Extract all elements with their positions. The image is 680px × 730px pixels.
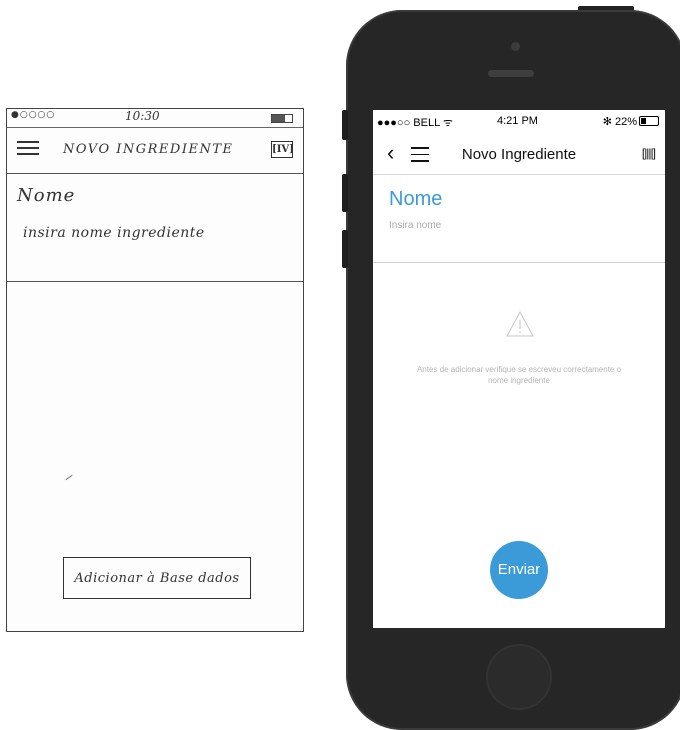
- sketch-divider: [7, 281, 303, 282]
- warning-triangle-icon: [506, 310, 534, 337]
- sketch-name-label: Nome: [17, 185, 76, 206]
- phone-volume-down: [342, 230, 348, 268]
- phone-mute-switch: [342, 110, 348, 140]
- phone-home-button: [486, 644, 552, 710]
- sketch-mockup: ●○○○○ 10:30 NOVO INGREDIENTE [IV] Nome i…: [6, 108, 304, 632]
- warning-message: Antes de adicionar verifique se escreveu…: [416, 365, 622, 385]
- sketch-title: NOVO INGREDIENTE: [63, 142, 234, 157]
- barcode-scanner-icon[interactable]: [||||]: [642, 146, 656, 160]
- phone-speaker: [488, 70, 534, 77]
- sketch-add-button: Adicionar à Base dados: [63, 557, 251, 599]
- page-title: Novo Ingrediente: [461, 146, 577, 163]
- ingredient-name-input[interactable]: [389, 220, 639, 231]
- phone-camera: [511, 42, 520, 51]
- sketch-pencil-mark: [65, 474, 73, 481]
- status-bar: ●●●○○ BELL ᯤ 4:21 PM ✻ 22%: [373, 110, 665, 132]
- battery-percent: ✻ 22%: [602, 116, 637, 128]
- name-field-divider: [373, 262, 665, 263]
- submit-button[interactable]: Enviar: [490, 541, 548, 599]
- sketch-time: 10:30: [125, 109, 160, 123]
- sketch-menu-icon: [17, 141, 39, 157]
- battery-icon: [639, 116, 659, 126]
- phone-volume-up: [342, 174, 348, 212]
- sketch-battery-icon: [271, 114, 293, 123]
- sketch-status-bar: ●○○○○ 10:30: [7, 109, 303, 128]
- carrier-signal: ●●●○○ BELL ᯤ: [377, 117, 453, 129]
- phone-screen: ●●●○○ BELL ᯤ 4:21 PM ✻ 22% ‹ Novo Ingred…: [373, 110, 665, 628]
- status-time: 4:21 PM: [497, 115, 538, 127]
- sketch-signal-dots: ●○○○○: [11, 110, 56, 120]
- battery-status: ✻ 22%: [603, 115, 659, 128]
- sketch-nav-bar: NOVO INGREDIENTE [IV]: [7, 127, 303, 174]
- sketch-name-input: insira nome ingrediente: [23, 225, 205, 241]
- nav-bar: ‹ Novo Ingrediente [||||]: [373, 134, 665, 175]
- name-label: Nome: [389, 188, 443, 210]
- sketch-barcode-icon: [IV]: [271, 141, 294, 158]
